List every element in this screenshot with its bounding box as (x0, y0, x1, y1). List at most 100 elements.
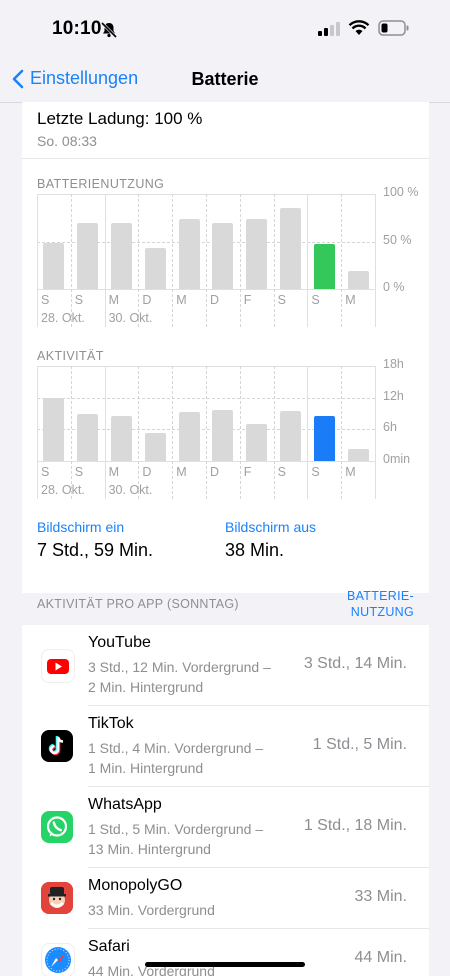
chart-bar[interactable] (246, 424, 268, 461)
app-detail: 3 Std., 12 Min. Vordergrund – 2 Min. Hin… (88, 657, 298, 697)
gridline-vertical (206, 366, 207, 499)
screen-off-label: Bildschirm aus (225, 519, 317, 535)
x-tick-label: F (243, 293, 252, 307)
app-row-monopolygo[interactable]: MonopolyGO 33 Min. Vordergrund 33 Min. (22, 868, 429, 929)
gridline-vertical (239, 194, 241, 327)
gridline-vertical (341, 194, 343, 327)
chart-bar[interactable] (43, 243, 65, 289)
last-charge-title: Letzte Ladung: 100 % (37, 109, 203, 128)
gridline-vertical (104, 366, 106, 499)
gridline-vertical (375, 194, 376, 327)
chart-bar[interactable] (280, 208, 301, 289)
battery-usage-chart[interactable]: 100 % 50 % 0 % S S M D M D F S S M 28. Okt. 30. Okt. (37, 185, 427, 334)
x-tick-label: F (243, 465, 252, 479)
app-row-youtube[interactable]: YouTube 3 Std., 12 Min. Vordergrund – 2 … (22, 625, 429, 706)
gridline-vertical (206, 194, 207, 327)
battery-usage-toggle-link[interactable]: BATTERIE- NUTZUNG (340, 588, 414, 620)
y-tick-label: 50 % (383, 232, 412, 247)
x-tick-label: M (345, 465, 356, 479)
chart-bar[interactable] (43, 397, 65, 461)
gridline-vertical (104, 194, 106, 327)
x-tick-label: D (142, 465, 152, 479)
gridline-vertical (239, 366, 241, 499)
battery-usage-label: BATTERIENUTZUNG (37, 177, 165, 191)
activity-label: AKTIVITÄT (37, 349, 104, 363)
chart-bar[interactable] (111, 222, 132, 289)
app-detail: 1 Std., 5 Min. Vordergrund – 13 Min. Hin… (88, 819, 298, 859)
chart-bar[interactable] (144, 433, 166, 461)
chart-bar[interactable] (212, 410, 234, 461)
x-tick-label: M (108, 465, 120, 479)
gridline-vertical (70, 366, 72, 499)
navigation-bar: Einstellungen Batterie (0, 58, 450, 103)
x-tick-label: M (176, 293, 187, 307)
home-indicator[interactable] (145, 962, 305, 967)
gridline-vertical (273, 194, 275, 327)
gridline-vertical (37, 194, 38, 327)
chart-bar[interactable] (178, 218, 200, 289)
gridline-vertical (172, 194, 174, 327)
monopoly-go-icon (41, 882, 73, 914)
gridline-vertical (307, 366, 309, 499)
gridline-vertical (273, 366, 275, 499)
gridline-vertical (172, 366, 174, 499)
gridline-vertical (341, 366, 343, 499)
activity-chart[interactable]: 18h 12h 6h 0min S S M D M D F S S M 28. Okt. 30. Okt. (37, 357, 427, 506)
chart-bar[interactable] (212, 222, 234, 289)
app-name: YouTube (88, 634, 151, 651)
usage-charts-card: BATTERIENUTZUNG 100 % 50 % 0 % S S M D M D F S S M 28… (22, 159, 429, 593)
page-title: Batterie (191, 69, 259, 89)
screen-on-value: 7 Std., 59 Min. (37, 540, 154, 560)
app-usage-time: 33 Min. (354, 888, 407, 905)
x-tick-label: S (311, 465, 320, 479)
chart-bar-selected[interactable] (313, 244, 335, 289)
battery-icon (378, 20, 409, 36)
y-tick-label: 12h (383, 388, 404, 403)
app-usage-time: 1 Std., 18 Min. (303, 817, 407, 834)
chart-bar[interactable] (144, 248, 166, 289)
screen-on-label: Bildschirm ein (37, 519, 125, 535)
cellular-signal-icon (318, 22, 340, 36)
app-detail: 1 Std., 4 Min. Vordergrund – 1 Min. Hint… (88, 738, 298, 778)
y-tick-label: 0min (383, 452, 411, 466)
chart-bar-selected[interactable] (313, 416, 335, 461)
chart-bar[interactable] (178, 412, 200, 461)
x-tick-label: S (74, 293, 84, 307)
y-tick-label: 0 % (383, 280, 405, 294)
chart-bar[interactable] (347, 449, 369, 461)
x-tick-label: S (41, 465, 50, 479)
app-detail-line: 3 Std., 12 Min. Vordergrund – (88, 659, 271, 675)
chart-bar[interactable] (77, 222, 99, 289)
app-detail-line: 33 Min. Vordergrund (88, 902, 215, 918)
date-label: 30. Okt. (108, 311, 153, 325)
app-row-safari[interactable]: Safari 44 Min. Vordergrund 44 Min. (22, 929, 429, 976)
x-tick-label: S (277, 293, 286, 307)
x-tick-label: S (277, 465, 286, 479)
x-tick-label: M (108, 293, 120, 307)
chart-bar[interactable] (111, 415, 132, 461)
app-detail-line: 13 Min. Hintergrund (88, 841, 211, 857)
x-tick-label: M (345, 293, 356, 307)
y-tick-label: 18h (383, 357, 404, 371)
y-tick-label: 100 % (383, 185, 419, 199)
status-bar: 10:10 (0, 0, 450, 58)
app-name: MonopolyGO (88, 877, 183, 894)
bell-muted-icon (100, 22, 118, 38)
last-charge-time: So. 08:33 (37, 133, 97, 149)
chart-bar[interactable] (347, 270, 369, 289)
x-tick-label: S (311, 293, 320, 307)
x-tick-label: D (142, 293, 152, 307)
app-row-whatsapp[interactable]: WhatsApp 1 Std., 5 Min. Vordergrund – 13… (22, 787, 429, 868)
date-label: 28. Okt. (41, 311, 85, 325)
chart-bar[interactable] (246, 218, 268, 289)
chart-bar[interactable] (280, 411, 301, 461)
gridline-vertical (37, 366, 38, 499)
x-tick-label: S (41, 293, 50, 307)
toggle-line-1: BATTERIE- (346, 589, 414, 603)
gridline-vertical (375, 366, 376, 499)
last-charge-card: Letzte Ladung: 100 % So. 08:33 (22, 102, 429, 159)
chart-bar[interactable] (77, 414, 99, 461)
app-row-tiktok[interactable]: TikTok 1 Std., 4 Min. Vordergrund – 1 Mi… (22, 706, 429, 787)
whatsapp-icon (41, 811, 73, 843)
app-usage-time: 1 Std., 5 Min. (312, 736, 407, 753)
